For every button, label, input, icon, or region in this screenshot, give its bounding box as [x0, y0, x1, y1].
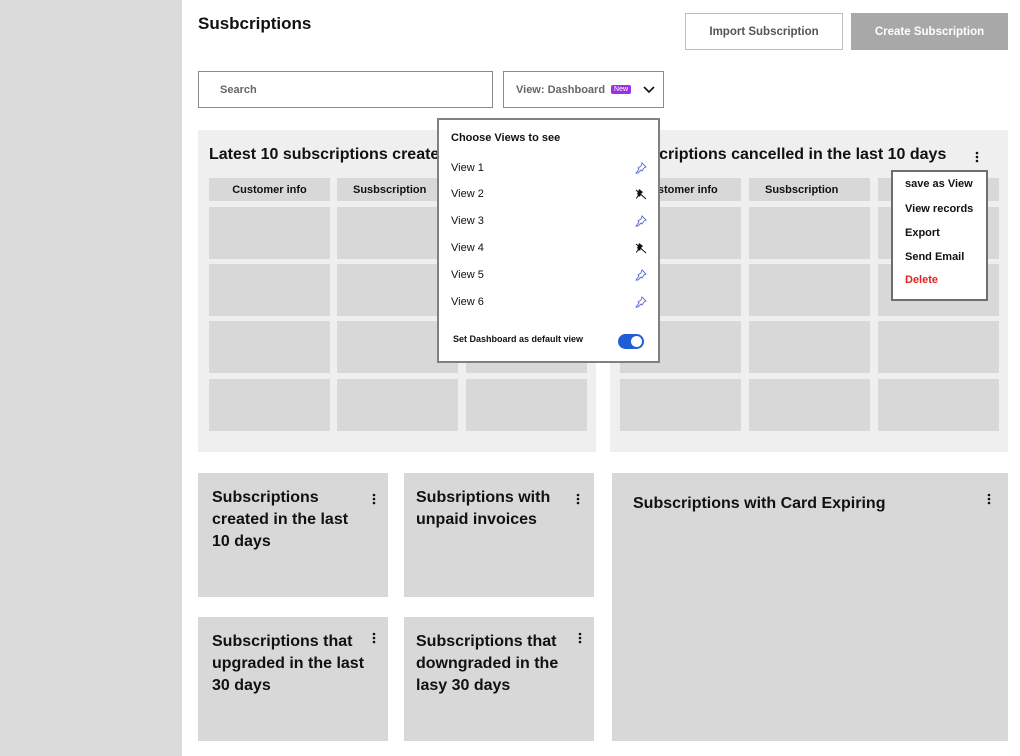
card-title: Subscriptions that upgraded in the last … — [212, 633, 365, 694]
menu-item-send-email[interactable]: Send Email — [905, 251, 964, 263]
card-unpaid-invoices[interactable]: Subsriptions with unpaid invoices — [404, 473, 594, 597]
create-subscription-button[interactable]: Create Subscription — [851, 13, 1008, 50]
menu-item-export[interactable]: Export — [905, 227, 940, 239]
more-options-icon[interactable] — [369, 491, 379, 507]
view-option[interactable]: View 3 — [451, 210, 647, 232]
pin-outline-icon[interactable] — [635, 162, 647, 174]
more-options-icon[interactable] — [984, 491, 994, 507]
view-option[interactable]: View 5 — [451, 264, 647, 286]
view-option-label: View 2 — [451, 188, 484, 200]
view-option-label: View 6 — [451, 296, 484, 308]
view-option[interactable]: View 6 — [451, 291, 647, 313]
view-option[interactable]: View 2 — [451, 183, 647, 205]
column-header: Susbscription — [749, 178, 870, 201]
pin-filled-icon[interactable] — [635, 242, 647, 254]
table-cell — [209, 379, 330, 431]
card-title: Subsriptions with unpaid invoices — [416, 489, 551, 528]
view-select[interactable]: View: Dashboard New — [503, 71, 664, 108]
more-options-icon[interactable] — [369, 630, 379, 646]
view-select-label: View: Dashboard — [516, 83, 606, 96]
chevron-down-icon — [641, 82, 657, 98]
pin-filled-icon[interactable] — [635, 188, 647, 200]
table-cell — [209, 264, 330, 316]
more-options-icon[interactable] — [573, 491, 583, 507]
table-cell — [466, 379, 587, 431]
import-subscription-button[interactable]: Import Subscription — [685, 13, 843, 50]
page-title: Susbcriptions — [198, 14, 312, 33]
menu-item-delete[interactable]: Delete — [905, 274, 938, 286]
sidebar — [0, 0, 182, 756]
pin-outline-icon[interactable] — [635, 269, 647, 281]
table-cell — [337, 379, 458, 431]
table-cell — [878, 379, 999, 431]
card-downgraded[interactable]: Subscriptions that downgraded in the las… — [404, 617, 594, 741]
view-option-label: View 1 — [451, 162, 484, 174]
dropdown-heading: Choose Views to see — [451, 132, 561, 144]
search-placeholder: Search — [220, 83, 257, 96]
views-dropdown: Choose Views to see View 1 View 2 View 3… — [437, 118, 660, 363]
table-cell — [749, 264, 870, 316]
table-cell — [749, 321, 870, 373]
search-input[interactable]: Search — [198, 71, 493, 108]
view-option-label: View 4 — [451, 242, 484, 254]
column-header: Customer info — [209, 178, 330, 201]
table-cell — [749, 207, 870, 259]
new-badge: New — [611, 85, 632, 94]
pin-outline-icon[interactable] — [635, 296, 647, 308]
table-cell — [620, 379, 741, 431]
toggle-knob — [631, 336, 642, 347]
default-view-toggle[interactable] — [618, 334, 644, 349]
more-options-icon[interactable] — [575, 630, 585, 646]
view-option[interactable]: View 1 — [451, 157, 647, 179]
card-card-expiring[interactable]: Subscriptions with Card Expiring — [612, 473, 1008, 741]
table-cell — [209, 207, 330, 259]
default-view-label: Set Dashboard as default view — [453, 334, 584, 344]
pin-outline-icon[interactable] — [635, 215, 647, 227]
view-option-label: View 3 — [451, 215, 484, 227]
table-cell — [749, 379, 870, 431]
more-options-icon[interactable] — [972, 149, 982, 165]
view-option[interactable]: View 4 — [451, 237, 647, 259]
card-title: Subscriptions with Card Expiring — [633, 495, 886, 512]
card-title: Subscriptions created in the last 10 day… — [212, 489, 349, 550]
menu-item-view-records[interactable]: View records — [905, 203, 973, 215]
card-created-last-10-days[interactable]: Subscriptions created in the last 10 day… — [198, 473, 388, 597]
menu-item-save-as-view[interactable]: save as View — [905, 178, 973, 190]
context-menu: save as View View records Export Send Em… — [891, 170, 988, 301]
card-title: Subscriptions that downgraded in the las… — [416, 633, 559, 694]
card-upgraded[interactable]: Subscriptions that upgraded in the last … — [198, 617, 388, 741]
panel-title: Latest 10 subscriptions created — [209, 146, 450, 163]
table-cell — [209, 321, 330, 373]
table-cell — [878, 321, 999, 373]
view-option-label: View 5 — [451, 269, 484, 281]
panel-title: Subscriptions cancelled in the last 10 d… — [620, 146, 947, 163]
